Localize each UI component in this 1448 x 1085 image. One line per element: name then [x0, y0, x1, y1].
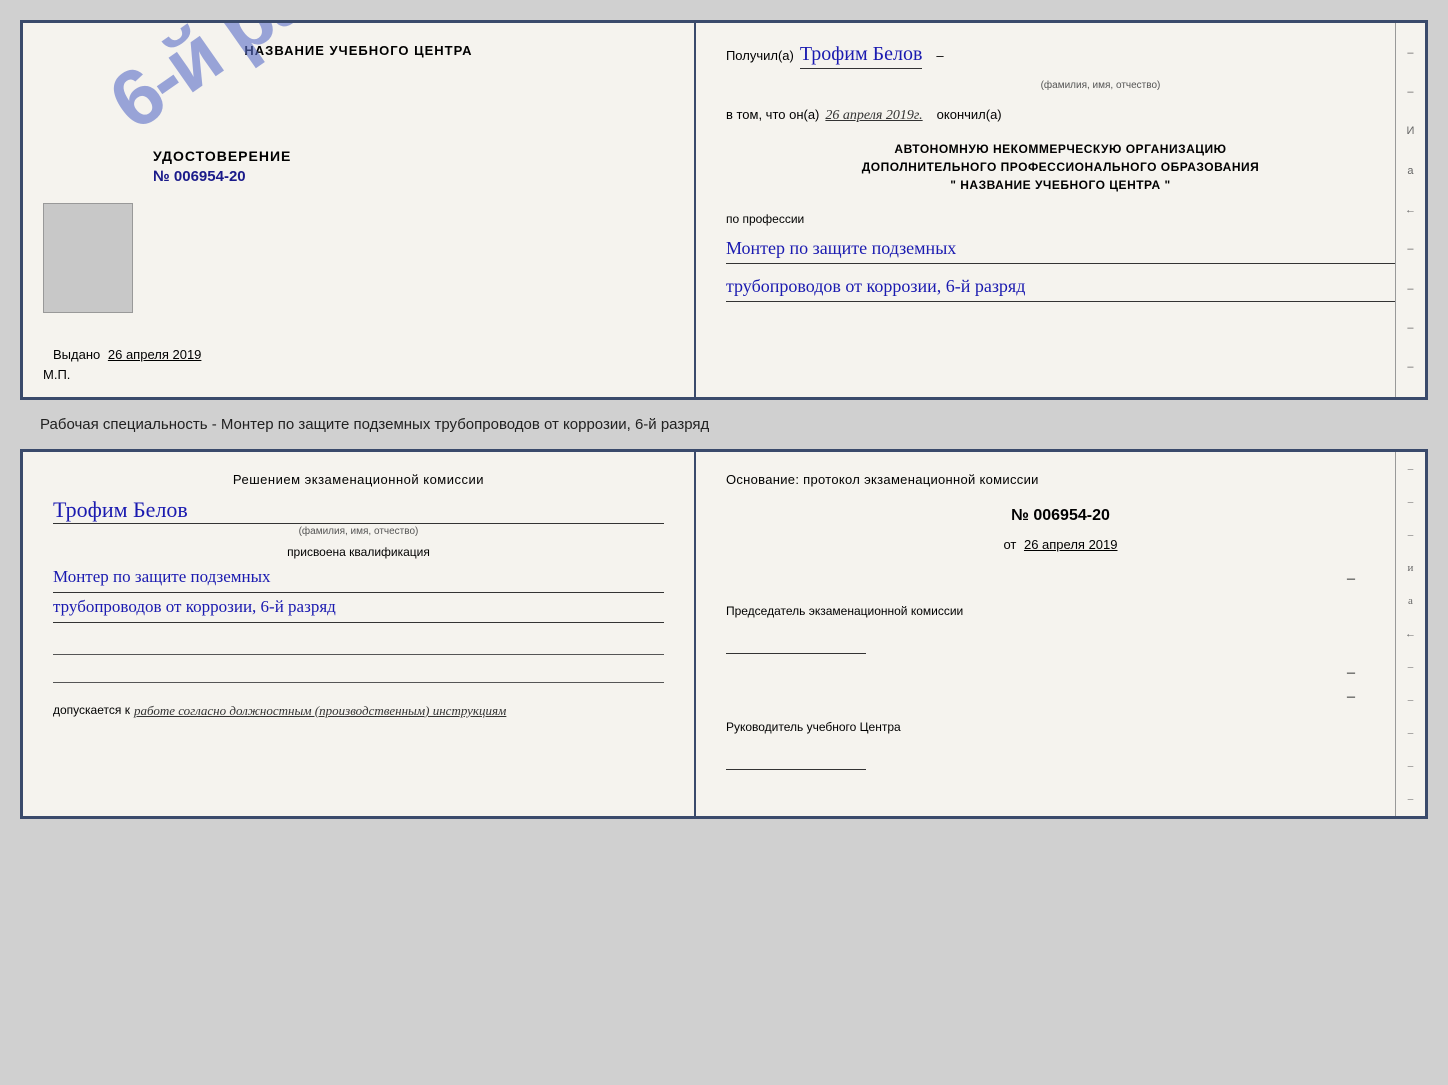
side-dash5: –: [1407, 322, 1413, 334]
kvalif-line1: Монтер по защите подземных: [53, 563, 664, 593]
kvalif-line2: трубопроводов от коррозии, 6-й разряд: [53, 593, 664, 623]
poluchil-name: Трофим Белов: [800, 43, 923, 69]
ot-date: 26 апреля 2019: [1024, 537, 1118, 552]
udost-title: УДОСТОВЕРЕНИЕ: [153, 148, 664, 164]
ot-prefix: от: [1003, 537, 1016, 552]
vydano-block: Выдано 26 апреля 2019: [53, 347, 201, 362]
dopuskaetsya-block: допускается к работе согласно должностны…: [53, 703, 664, 719]
profession-line1: Монтер по защите подземных: [726, 234, 1395, 264]
bot-dash6: –: [1408, 727, 1414, 739]
mp-label: М.П.: [43, 367, 70, 382]
poluchil-label: Получил(а): [726, 48, 794, 63]
dash-right-2: –: [726, 664, 1355, 682]
bottom-certificate: Решением экзаменационной комиссии Трофим…: [20, 449, 1428, 819]
bot-dash5: –: [1408, 694, 1414, 706]
dopusk-prefix: допускается к: [53, 703, 130, 719]
bottom-side-strip: – – – и а ← – – – – –: [1395, 452, 1425, 816]
page-wrapper: НАЗВАНИЕ УЧЕБНОГО ЦЕНТРА 6-й разряд УДОС…: [0, 0, 1448, 1085]
top-cert-right: Получил(а) Трофим Белов – (фамилия, имя,…: [696, 23, 1425, 397]
poluchil-dash: –: [936, 48, 943, 63]
stamp-diagonal-text: 6-й разряд: [93, 23, 467, 148]
dopusk-text: работе согласно должностным (производств…: [134, 703, 506, 719]
side-dash1: –: [1407, 47, 1413, 59]
side-i: И: [1407, 125, 1415, 137]
side-a: а: [1407, 165, 1413, 177]
vtom-date: 26 апреля 2019г.: [825, 108, 922, 124]
bot-a: а: [1408, 595, 1413, 607]
bot-arrow: ←: [1405, 628, 1416, 640]
bot-i: и: [1408, 562, 1414, 574]
bottom-name: Трофим Белов: [53, 497, 664, 524]
protocol-date: от 26 апреля 2019: [726, 537, 1395, 552]
rukovoditel-block: Руководитель учебного Центра: [726, 720, 1395, 774]
udost-number: № 006954-20: [153, 168, 664, 185]
poluchil-subtext: (фамилия, имя, отчество): [1041, 80, 1161, 91]
rukovoditel-sig-line: [726, 750, 866, 770]
bottom-cert-left: Решением экзаменационной комиссии Трофим…: [23, 452, 696, 816]
side-arrow: ←: [1405, 204, 1416, 216]
photo-placeholder: [43, 203, 133, 313]
osnov-text: Основание: протокол экзаменационной коми…: [726, 472, 1395, 487]
prisvoena-text: присвоена квалификация: [53, 545, 664, 559]
predsedatel-sig-line: [726, 634, 866, 654]
org-name: " НАЗВАНИЕ УЧЕБНОГО ЦЕНТРА ": [726, 176, 1395, 194]
komissia-title: Решением экзаменационной комиссии: [53, 472, 664, 487]
dash-right-1: –: [726, 570, 1355, 588]
vydano-prefix: Выдано: [53, 347, 100, 362]
rukovoditel-title: Руководитель учебного Центра: [726, 720, 1395, 734]
org-line2: ДОПОЛНИТЕЛЬНОГО ПРОФЕССИОНАЛЬНОГО ОБРАЗО…: [726, 158, 1395, 176]
vydano-date: 26 апреля 2019: [108, 347, 202, 362]
vtom-label: в том, что он(а): [726, 107, 819, 122]
top-certificate: НАЗВАНИЕ УЧЕБНОГО ЦЕНТРА 6-й разряд УДОС…: [20, 20, 1428, 400]
predsedatel-title: Председатель экзаменационной комиссии: [726, 604, 1395, 618]
bot-dash1: –: [1408, 463, 1414, 475]
bot-dash2: –: [1408, 496, 1414, 508]
org-line1: АВТОНОМНУЮ НЕКОММЕРЧЕСКУЮ ОРГАНИЗАЦИЮ: [726, 140, 1395, 158]
underline-1: [53, 631, 664, 655]
side-dash2: –: [1407, 86, 1413, 98]
underlines-block: [53, 631, 664, 687]
bot-dash7: –: [1408, 760, 1414, 772]
bot-dash8: –: [1408, 793, 1414, 805]
bot-dash4: –: [1408, 661, 1414, 673]
profession-line2: трубопроводов от коррозии, 6-й разряд: [726, 272, 1395, 302]
predsedatel-block: Председатель экзаменационной комиссии: [726, 604, 1395, 658]
po-professii: по профессии: [726, 212, 1395, 226]
bottom-name-subtext: (фамилия, имя, отчество): [53, 526, 664, 537]
side-dash6: –: [1407, 361, 1413, 373]
top-cert-title: НАЗВАНИЕ УЧЕБНОГО ЦЕНТРА: [244, 43, 472, 58]
side-strip-right: – – И а ← – – – –: [1395, 23, 1425, 397]
middle-text: Рабочая специальность - Монтер по защите…: [20, 410, 1428, 439]
top-cert-left: НАЗВАНИЕ УЧЕБНОГО ЦЕНТРА 6-й разряд УДОС…: [23, 23, 696, 397]
underline-2: [53, 659, 664, 683]
poluchil-line: Получил(а) Трофим Белов –: [726, 43, 1395, 69]
bottom-cert-right: Основание: протокол экзаменационной коми…: [696, 452, 1425, 816]
dash-right-3: –: [726, 688, 1355, 706]
cert-left-main: УДОСТОВЕРЕНИЕ № 006954-20: [53, 148, 664, 215]
bot-dash3: –: [1408, 529, 1414, 541]
vtom-okончил: окончил(а): [937, 107, 1002, 122]
protocol-number: № 006954-20: [726, 507, 1395, 525]
org-block: АВТОНОМНУЮ НЕКОММЕРЧЕСКУЮ ОРГАНИЗАЦИЮ ДО…: [726, 140, 1395, 194]
side-dash4: –: [1407, 283, 1413, 295]
side-dash3: –: [1407, 243, 1413, 255]
vtom-line: в том, что он(а) 26 апреля 2019г. окончи…: [726, 107, 1395, 124]
